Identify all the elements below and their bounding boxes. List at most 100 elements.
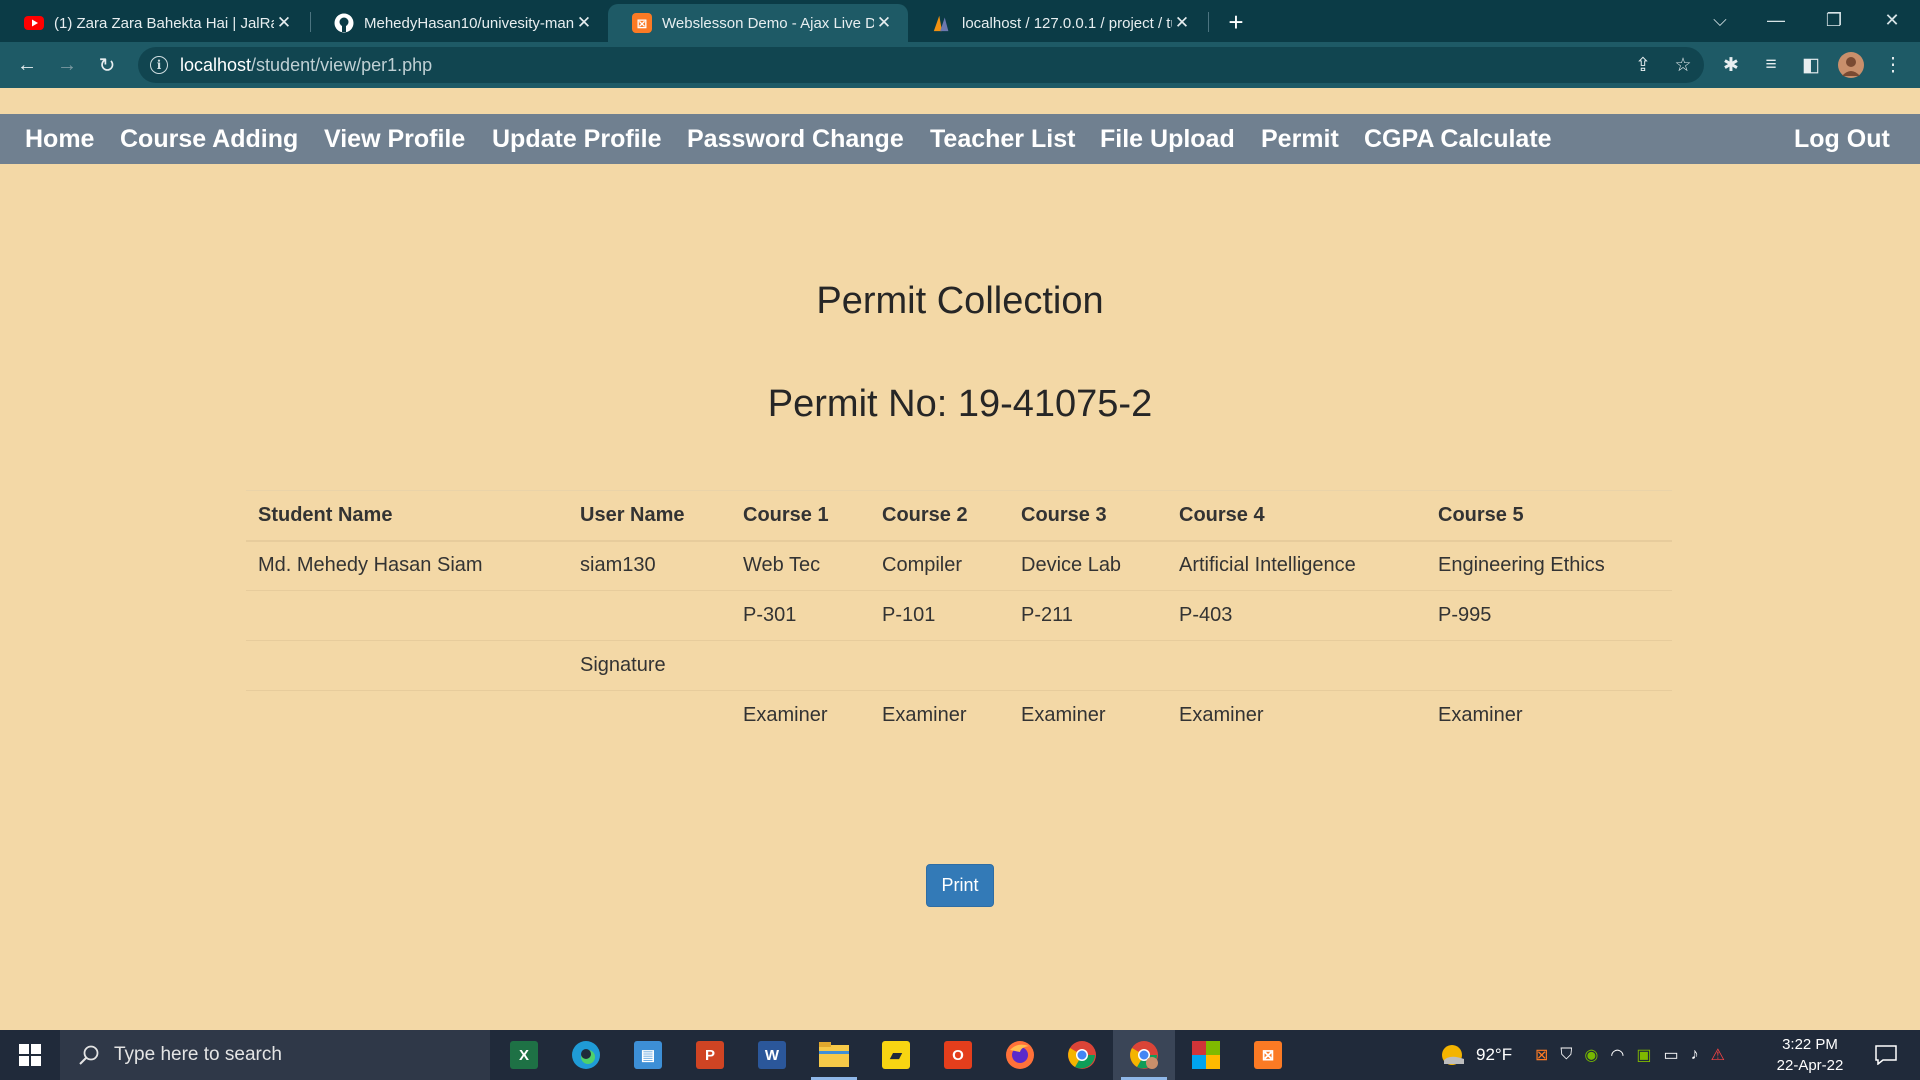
security-icon[interactable]: ⛉ <box>1560 1046 1572 1064</box>
table-cell <box>1426 640 1672 691</box>
search-placeholder: Type here to search <box>114 1044 282 1065</box>
address-bar[interactable]: i localhost/student/view/per1.php <box>138 47 1704 83</box>
back-icon[interactable]: ← <box>12 50 42 80</box>
browser-tab[interactable]: localhost / 127.0.0.1 / project / tu ✕ <box>908 4 1206 42</box>
control-panel-icon[interactable]: ▤ <box>617 1030 679 1080</box>
nav-log-out[interactable]: Log Out <box>1794 114 1890 164</box>
examiner-label: Examiner <box>1426 690 1672 741</box>
nvidia-icon[interactable]: ◉ <box>1584 1045 1598 1065</box>
examiner-label: Examiner <box>870 690 1009 741</box>
taskbar-search-input[interactable]: Type here to search <box>60 1030 490 1080</box>
chrome-icon[interactable] <box>1051 1030 1113 1080</box>
share-icon[interactable]: ⇪ <box>1630 52 1656 78</box>
nav-permit[interactable]: Permit <box>1261 114 1339 164</box>
windows-start-icon[interactable] <box>0 1030 60 1080</box>
weather-icon <box>1442 1045 1464 1065</box>
column-header: Course 4 <box>1167 490 1426 542</box>
bookmark-star-icon[interactable]: ☆ <box>1670 52 1696 78</box>
table-row: P-301 P-101 P-211 P-403 P-995 <box>246 590 1672 641</box>
notifications-icon[interactable] <box>1866 1030 1906 1080</box>
nav-file-upload[interactable]: File Upload <box>1100 114 1235 164</box>
browser-tabstrip: (1) Zara Zara Bahekta Hai | JalRaj ✕ Meh… <box>0 0 1920 42</box>
defender-icon[interactable]: ▣ <box>1636 1045 1651 1065</box>
github-icon <box>334 13 354 33</box>
profile-avatar-icon[interactable] <box>1838 52 1864 78</box>
browser-menu-icon[interactable]: ⋮ <box>1880 52 1906 78</box>
print-button[interactable]: Print <box>926 864 994 907</box>
table-row: Signature <box>246 640 1672 691</box>
new-tab-button[interactable]: + <box>1220 6 1252 38</box>
winrar-icon[interactable] <box>1175 1030 1237 1080</box>
column-header: Course 3 <box>1009 490 1167 542</box>
examiner-label: Examiner <box>1009 690 1167 741</box>
nav-cgpa-calculate[interactable]: CGPA Calculate <box>1364 114 1552 164</box>
nav-password-change[interactable]: Password Change <box>687 114 904 164</box>
xampp-tray-icon[interactable]: ⊠ <box>1535 1045 1548 1065</box>
nav-teacher-list[interactable]: Teacher List <box>930 114 1075 164</box>
word-icon[interactable]: W <box>741 1030 803 1080</box>
nav-update-profile[interactable]: Update Profile <box>492 114 661 164</box>
table-cell <box>568 690 731 741</box>
nav-view-profile[interactable]: View Profile <box>324 114 465 164</box>
browser-tab[interactable]: MehedyHasan10/univesity-mana ✕ <box>310 4 608 42</box>
system-tray: ⊠ ⛉ ◉ ◠ ▣ ▭ ♪ ⚠ <box>1535 1030 1725 1080</box>
tab-title: localhost / 127.0.0.1 / project / tu <box>962 14 1172 32</box>
url-text: localhost/student/view/per1.php <box>180 54 433 75</box>
extensions-icon[interactable]: ✱ <box>1718 52 1744 78</box>
weather-widget[interactable]: 92°F <box>1440 1030 1512 1080</box>
close-tab-icon[interactable]: ✕ <box>274 13 294 33</box>
close-tab-icon[interactable]: ✕ <box>874 13 894 33</box>
column-header: Course 2 <box>870 490 1009 542</box>
course-code-cell: P-403 <box>1167 590 1426 641</box>
column-header: Course 1 <box>731 490 870 542</box>
powerpoint-icon[interactable]: P <box>679 1030 741 1080</box>
column-header: User Name <box>568 490 731 542</box>
table-cell <box>246 690 568 741</box>
reload-icon[interactable]: ↻ <box>92 50 122 80</box>
course-code-cell: P-301 <box>731 590 870 641</box>
tab-title: MehedyHasan10/univesity-mana <box>364 14 574 32</box>
forward-icon[interactable]: → <box>52 50 82 80</box>
firefox-icon[interactable] <box>989 1030 1051 1080</box>
sticky-notes-icon[interactable]: ▰ <box>865 1030 927 1080</box>
close-tab-icon[interactable]: ✕ <box>574 13 594 33</box>
battery-icon[interactable]: ▭ <box>1663 1045 1678 1065</box>
taskbar-clock[interactable]: 3:22 PM 22-Apr-22 <box>1765 1034 1855 1076</box>
xampp-taskbar-icon[interactable]: ⊠ <box>1237 1030 1299 1080</box>
nav-home[interactable]: Home <box>25 114 94 164</box>
acrobat-icon[interactable]: ⚠ <box>1711 1045 1725 1065</box>
table-cell <box>246 590 568 641</box>
course-name-cell: Engineering Ethics <box>1426 540 1672 591</box>
clock-date: 22-Apr-22 <box>1776 1057 1844 1074</box>
close-window-icon[interactable]: ✕ <box>1864 0 1920 40</box>
course-name-cell: Artificial Intelligence <box>1167 540 1426 591</box>
excel-icon[interactable]: X <box>493 1030 555 1080</box>
nav-course-adding[interactable]: Course Adding <box>120 114 298 164</box>
phpmyadmin-icon <box>932 13 952 33</box>
browser-tab-active[interactable]: ⊠ Webslesson Demo - Ajax Live Da ✕ <box>608 4 908 42</box>
svg-text:⊠: ⊠ <box>637 17 648 32</box>
table-cell <box>1167 640 1426 691</box>
media-queue-icon[interactable]: ≡ <box>1758 52 1784 78</box>
close-tab-icon[interactable]: ✕ <box>1172 13 1192 33</box>
network-icon[interactable]: ◠ <box>1610 1045 1624 1065</box>
tab-separator <box>1208 12 1209 32</box>
permit-number: Permit No: 19-41075-2 <box>767 383 1153 425</box>
minimize-icon[interactable]: — <box>1748 0 1804 40</box>
course-code-cell: P-211 <box>1009 590 1167 641</box>
browser-tab[interactable]: (1) Zara Zara Bahekta Hai | JalRaj ✕ <box>0 4 308 42</box>
column-header: Course 5 <box>1426 490 1672 542</box>
tab-search-icon[interactable]: ⌵ <box>1692 0 1748 40</box>
edge-icon[interactable] <box>555 1030 617 1080</box>
chrome-profile-icon[interactable] <box>1113 1030 1175 1080</box>
volume-icon[interactable]: ♪ <box>1691 1046 1699 1064</box>
site-info-icon[interactable]: i <box>150 56 168 74</box>
restore-icon[interactable]: ❐ <box>1806 0 1862 40</box>
examiner-label: Examiner <box>731 690 870 741</box>
user-name-cell: siam130 <box>568 540 731 591</box>
office-icon[interactable]: O <box>927 1030 989 1080</box>
column-header: Student Name <box>246 490 568 542</box>
file-explorer-icon[interactable] <box>803 1030 865 1080</box>
side-panel-icon[interactable]: ◧ <box>1798 52 1824 78</box>
course-code-cell: P-101 <box>870 590 1009 641</box>
